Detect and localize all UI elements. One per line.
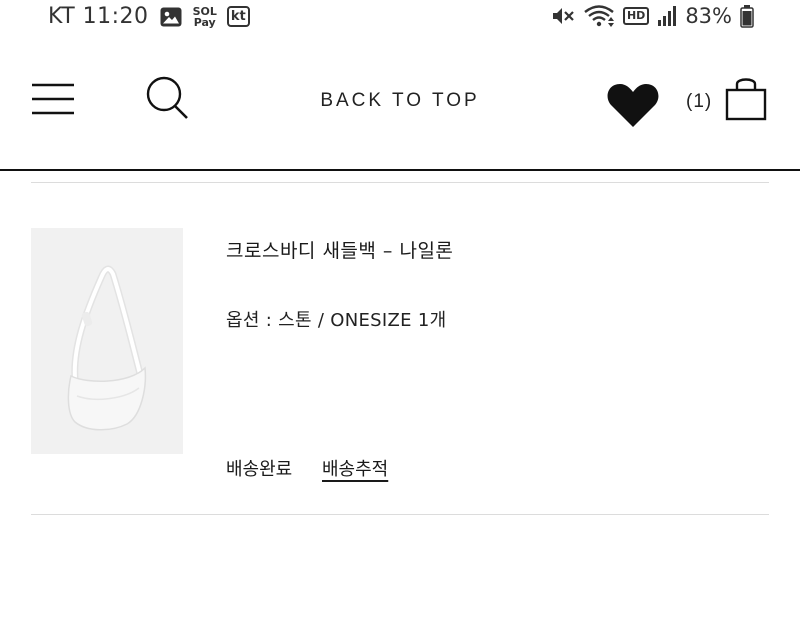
gallery-icon [159, 6, 183, 28]
item-bottom-divider [31, 514, 769, 515]
search-icon [146, 76, 188, 119]
product-thumbnail[interactable] [31, 228, 183, 454]
wishlist-button[interactable] [606, 81, 660, 129]
status-right: HD 83% [551, 4, 754, 28]
product-name[interactable]: 크로스바디 새들백 – 나일론 [226, 236, 453, 263]
sol-pay-icon: SOL Pay [193, 6, 217, 28]
shopping-bag-icon [725, 78, 767, 121]
cart-count: (1) [686, 91, 713, 112]
track-delivery-link[interactable]: 배송추적 [322, 455, 388, 481]
wifi-icon [583, 4, 615, 28]
hd-voice-icon: HD [622, 7, 650, 25]
status-bar: KT 11:20 SOL Pay kt HD 83% [0, 0, 800, 38]
battery-icon [740, 4, 754, 28]
kt-app-icon: kt [226, 6, 250, 27]
menu-button[interactable] [32, 82, 74, 116]
sol-pay-bottom: Pay [193, 15, 216, 29]
status-left: KT 11:20 SOL Pay kt [48, 4, 250, 29]
carrier-time: KT 11:20 [48, 4, 149, 29]
header-divider [0, 169, 800, 171]
site-header: BACK TO TOP (1) [0, 38, 800, 170]
hamburger-menu-icon [32, 83, 74, 115]
mute-icon [551, 5, 575, 27]
sol-pay-top: SOL [192, 4, 217, 18]
back-to-top-link[interactable]: BACK TO TOP [300, 90, 500, 112]
signal-icon [657, 5, 677, 27]
search-button[interactable] [143, 74, 191, 122]
heart-icon [607, 84, 659, 127]
item-top-divider [31, 182, 769, 183]
white-crossbody-bag-image [31, 228, 183, 454]
cart-button[interactable] [724, 74, 768, 122]
battery-percent: 83% [685, 4, 732, 28]
product-option: 옵션 : 스톤 / ONESIZE 1개 [226, 310, 447, 331]
screen: KT 11:20 SOL Pay kt HD 83% BACK TO TOP (… [0, 0, 800, 618]
delivery-status: 배송완료 [226, 459, 293, 480]
